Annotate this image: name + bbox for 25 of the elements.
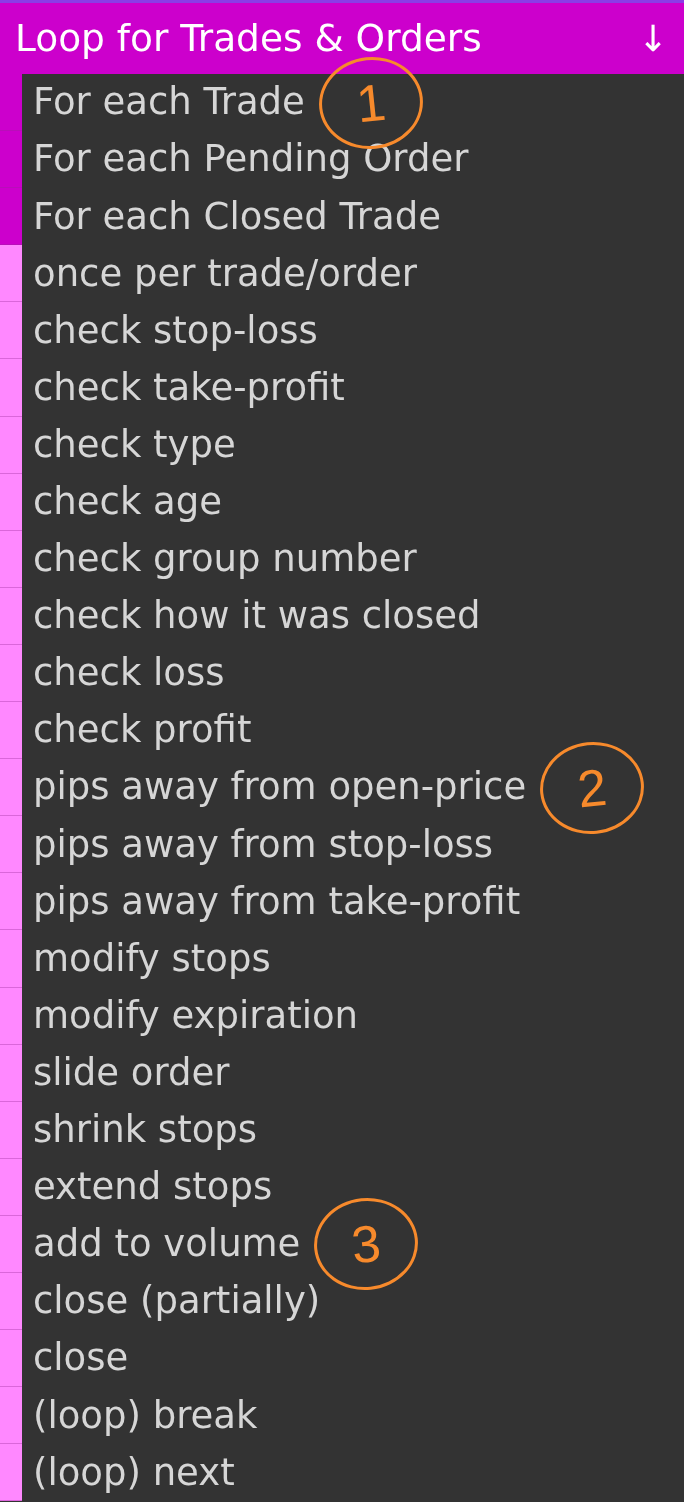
category-header[interactable]: Loop for Trades & Orders ↓ [0, 0, 684, 74]
block-item-label[interactable]: check type [33, 422, 236, 468]
block-item-label[interactable]: check take-profit [33, 365, 345, 411]
block-item-label[interactable]: check group number [33, 537, 417, 582]
block-item-label[interactable]: (loop) break [33, 1393, 258, 1438]
block-item-label[interactable]: pips away from stop-loss [33, 822, 494, 867]
block-item-label[interactable]: modify expiration [33, 993, 358, 1039]
block-item-label[interactable]: slide order [33, 1050, 230, 1096]
block-item-label[interactable]: For each Closed Trade [33, 194, 441, 239]
block-item-label[interactable]: check profit [33, 708, 252, 753]
block-item-label[interactable]: add to volume [33, 1222, 301, 1267]
block-item-label[interactable]: pips away from take-profit [33, 879, 521, 925]
block-item-label[interactable]: shrink stops [33, 1108, 258, 1153]
block-item-label[interactable]: check age [33, 480, 222, 525]
block-item-label[interactable]: close [33, 1336, 129, 1381]
block-item-label[interactable]: check stop-loss [33, 308, 318, 354]
block-item-label[interactable]: check how it was closed [33, 594, 481, 639]
block-item-label[interactable]: extend stops [33, 1165, 273, 1210]
block-item-label[interactable]: For each Trade [33, 80, 305, 125]
block-item-label[interactable]: modify stops [33, 936, 271, 982]
block-item-label[interactable]: check loss [33, 651, 225, 696]
collapse-arrow[interactable]: ↓ [637, 20, 668, 57]
block-item-label[interactable]: (loop) next [33, 1450, 235, 1495]
block-item-label[interactable]: once per trade/order [33, 251, 417, 296]
block-item-label[interactable]: pips away from open-price [33, 765, 527, 810]
